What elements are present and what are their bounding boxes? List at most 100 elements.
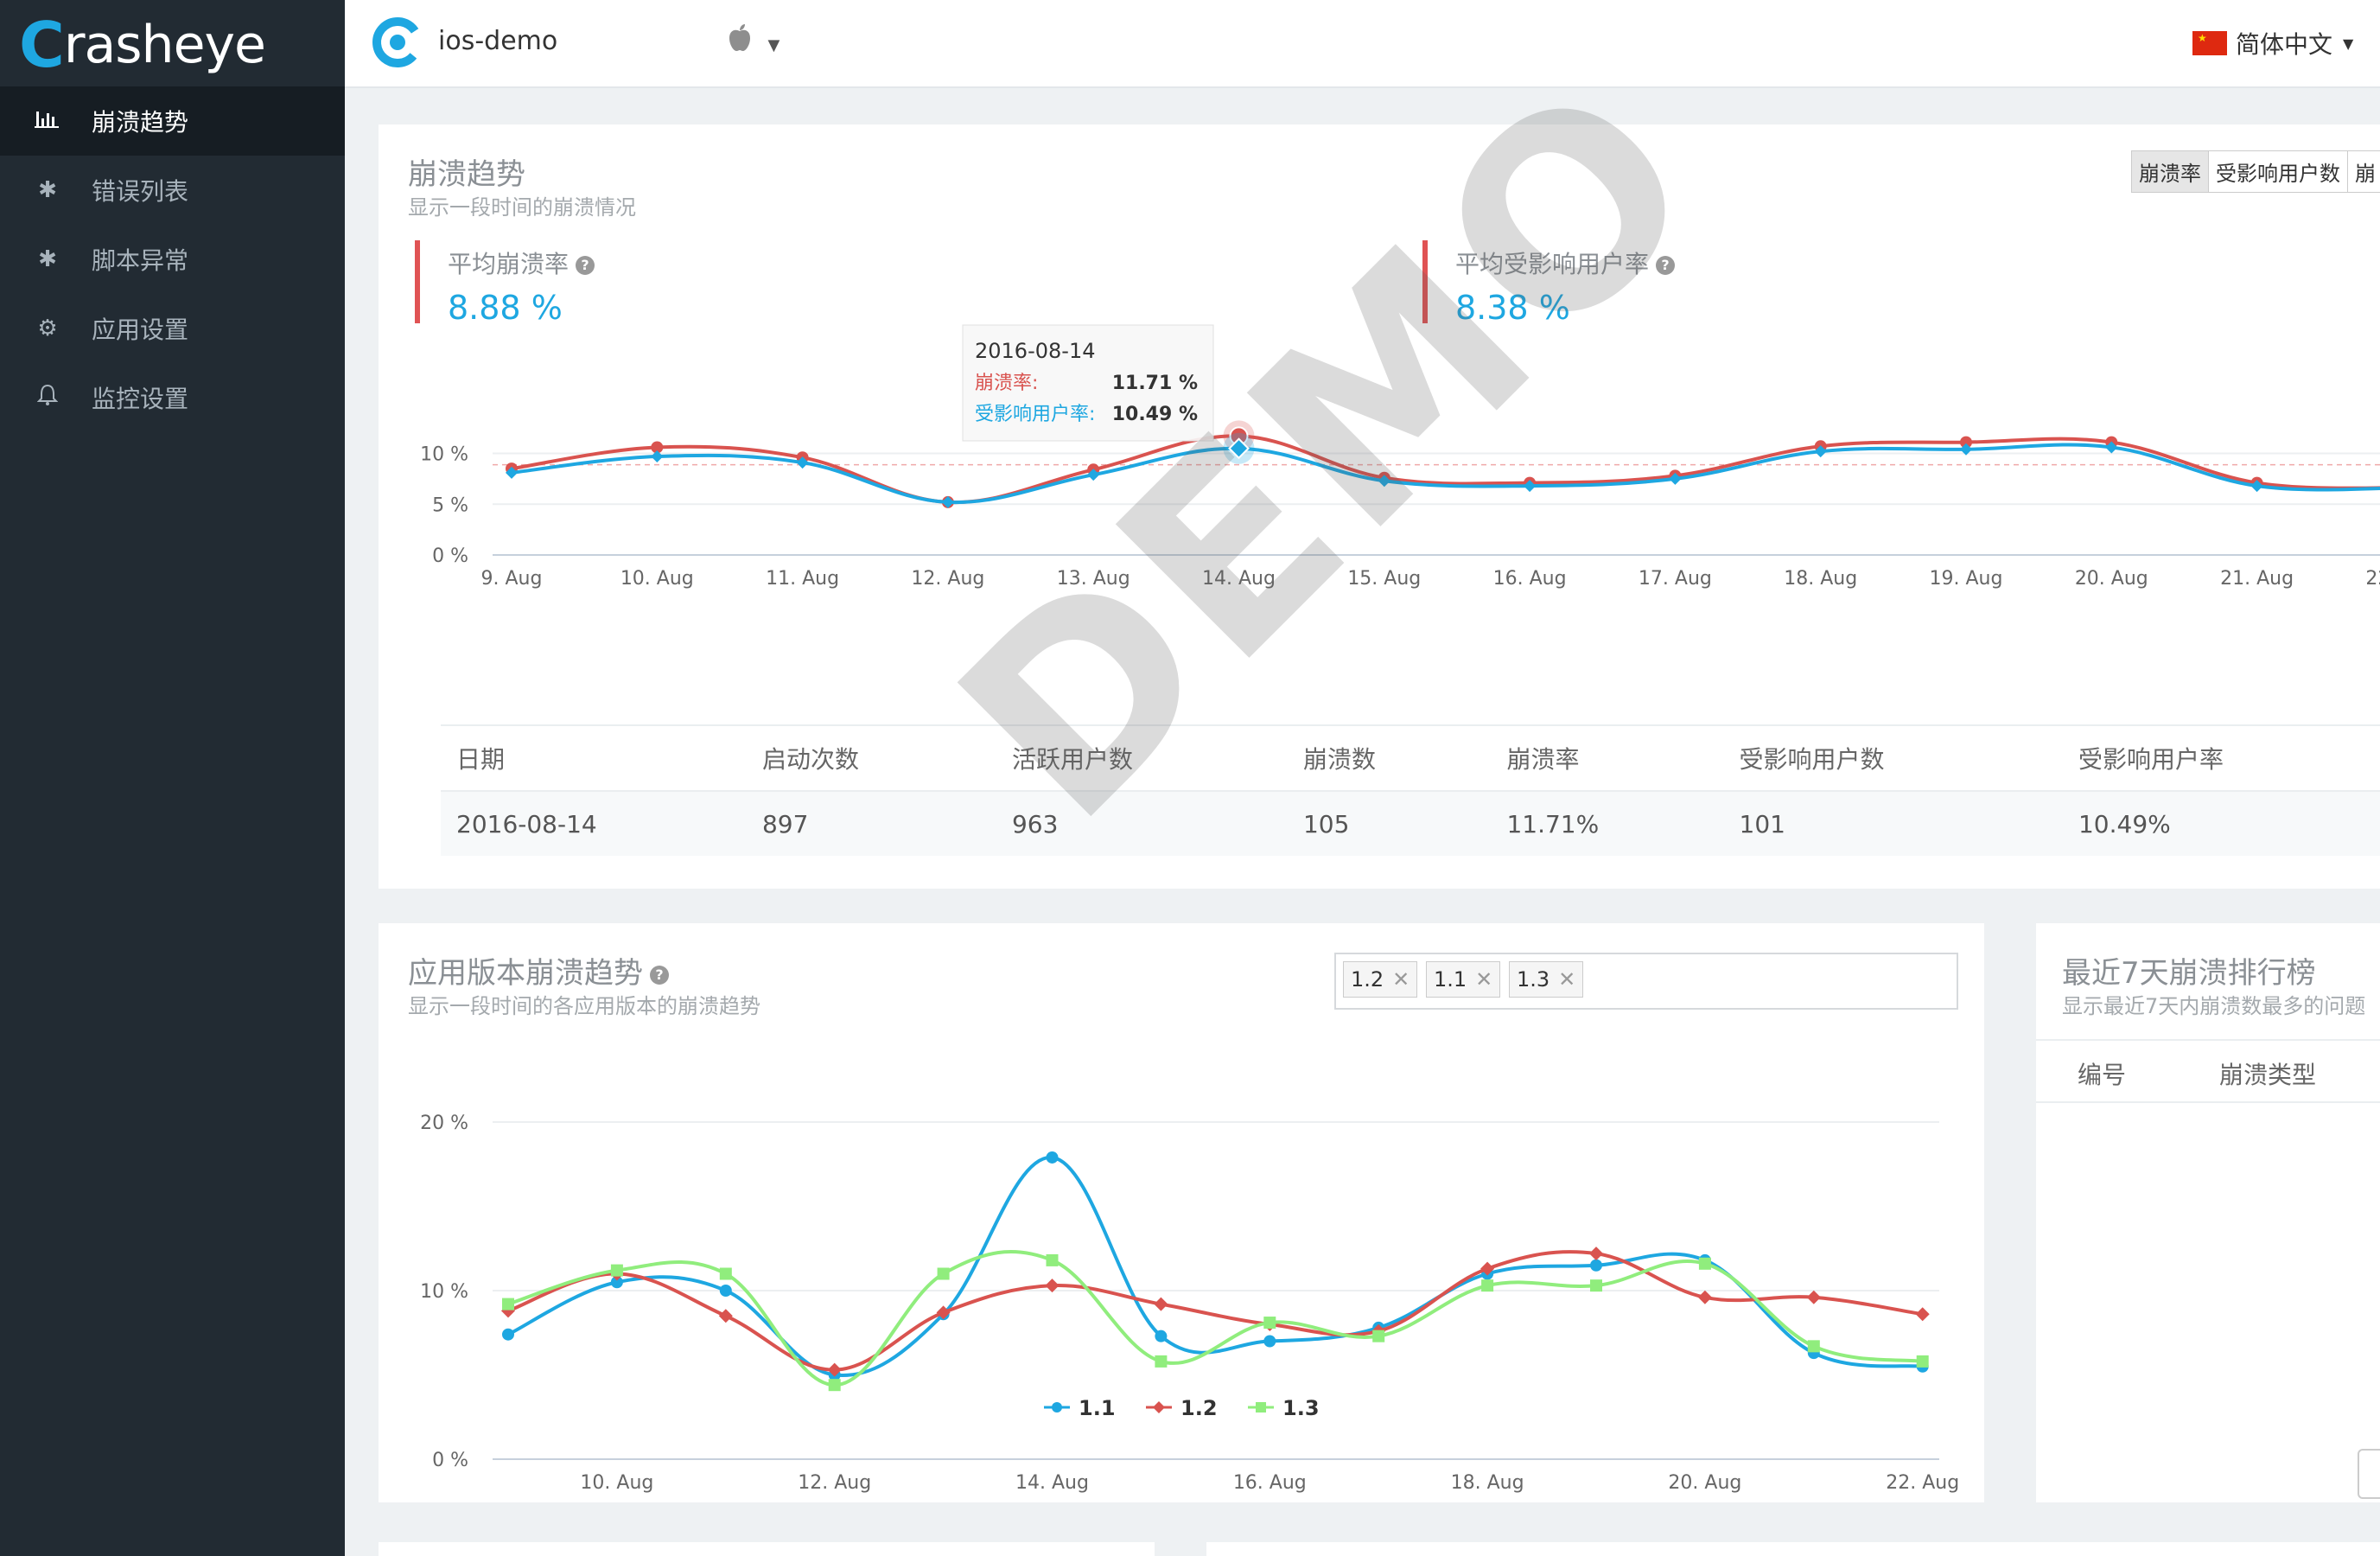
sidebar-item-label: 脚本异常: [92, 246, 189, 275]
crash-trend-chart[interactable]: 0 % 5 % 10 % 9. Aug 10. Aug 11. Aug 12. Aug 13.…: [379, 323, 2380, 756]
tab-crash-count[interactable]: 崩: [2348, 151, 2380, 192]
data-point: [828, 1379, 841, 1392]
scroll-left-button[interactable]: [2358, 1449, 2380, 1499]
version-tag[interactable]: 1.2 ✕: [1343, 961, 1418, 998]
bottom-card: [379, 1542, 1155, 1556]
data-point: [1155, 1330, 1168, 1342]
x-tick-label: 14. Aug: [1015, 1472, 1089, 1494]
data-point: [1263, 1335, 1276, 1348]
data-point: [1052, 1402, 1062, 1413]
stat-value: 8.88 %: [448, 289, 563, 327]
x-tick-label: 22. Aug: [1886, 1472, 1959, 1494]
x-tick-label: 11. Aug: [766, 568, 839, 590]
app-name[interactable]: ios-demo: [438, 26, 557, 56]
sidebar: Crasheye 崩溃趋势 ✱ 错误列表 ✱ 脚本异常 ⚙ 应用设置 监控设置: [0, 0, 345, 1556]
tab-crash-rate[interactable]: 崩溃率: [2132, 151, 2209, 192]
gear-icon: ⚙: [37, 316, 58, 341]
data-point: [610, 1264, 623, 1277]
x-tick-label: 20. Aug: [2075, 568, 2148, 590]
data-point: [1263, 1317, 1276, 1330]
data-point: [1915, 1307, 1930, 1322]
y-tick-label: 5 %: [432, 494, 468, 516]
close-icon[interactable]: ✕: [1392, 967, 1410, 992]
data-point: [1153, 1401, 1165, 1413]
y-tick-label: 0 %: [432, 545, 468, 567]
card-subtitle: 显示一段时间的各应用版本的崩溃趋势: [408, 994, 760, 1018]
table-cell: 963: [996, 791, 1288, 856]
x-tick-label: 19. Aug: [1930, 568, 2003, 590]
data-point: [1590, 1279, 1602, 1292]
version-tag-label: 1.3: [1517, 967, 1550, 992]
card-title: 最近7天崩溃排行榜: [2062, 956, 2316, 991]
legend-label: 1.3: [1282, 1396, 1320, 1420]
column-header: 日期: [441, 724, 747, 792]
stat-value: 8.38 %: [1455, 289, 1570, 327]
sidebar-item-script-exception[interactable]: ✱ 脚本异常: [0, 225, 345, 294]
bug-icon: ✱: [38, 246, 57, 272]
y-tick-label: 10 %: [420, 444, 468, 466]
data-point: [1916, 1355, 1929, 1368]
sidebar-item-label: 应用设置: [92, 316, 189, 344]
x-tick-label: 12. Aug: [798, 1472, 871, 1494]
close-icon[interactable]: ✕: [1475, 967, 1492, 992]
legend-label: 1.2: [1180, 1396, 1218, 1420]
x-tick-label: 16. Aug: [1233, 1472, 1307, 1494]
bug-icon: ✱: [38, 177, 57, 203]
data-point: [651, 450, 664, 463]
y-tick-label: 10 %: [420, 1281, 468, 1303]
table-cell: 101: [1723, 791, 2063, 856]
sidebar-item-monitor-settings[interactable]: 监控设置: [0, 363, 345, 432]
sidebar-item-label: 错误列表: [92, 177, 189, 206]
data-point: [1698, 1257, 1711, 1270]
y-tick-label: 20 %: [420, 1113, 468, 1134]
x-tick-label: 13. Aug: [1057, 568, 1130, 590]
x-tick-label: 14. Aug: [1202, 568, 1276, 590]
chevron-down-icon: ▼: [767, 35, 780, 54]
tab-affected-users[interactable]: 受影响用户数: [2209, 151, 2348, 192]
x-tick-label: 12. Aug: [911, 568, 984, 590]
close-icon[interactable]: ✕: [1558, 967, 1575, 992]
crasheye-logo[interactable]: Crasheye: [19, 9, 266, 81]
table-header-row: 日期 启动次数 活跃用户数 崩溃数 崩溃率 受影响用户数 受影响用户率: [441, 724, 2380, 792]
table-cell: 10.49%: [2062, 791, 2380, 856]
help-icon[interactable]: ?: [576, 256, 595, 275]
sidebar-item-crash-trend[interactable]: 崩溃趋势: [0, 86, 345, 156]
help-icon[interactable]: ?: [650, 965, 669, 985]
data-point: [1372, 1330, 1385, 1342]
help-icon[interactable]: ?: [1656, 256, 1676, 275]
language-dropdown[interactable]: ★ 简体中文 ▼: [2192, 26, 2353, 61]
sidebar-item-app-settings[interactable]: ⚙ 应用设置: [0, 294, 345, 363]
data-point: [937, 1267, 950, 1280]
column-header: 崩溃数: [1287, 724, 1492, 792]
data-point: [1046, 1253, 1059, 1266]
stat-label: 平均受影响用户率: [1455, 250, 1650, 278]
data-point: [1589, 1247, 1603, 1261]
version-tag-label: 1.2: [1351, 967, 1384, 992]
version-trend-chart[interactable]: 0 % 10 % 20 % 10. Aug 12. Aug 14. Aug 16. Aug 1…: [379, 1018, 1984, 1502]
card-subtitle: 显示一段时间的崩溃情况: [408, 195, 636, 220]
table-cell: 2016-08-14: [441, 791, 747, 856]
data-point: [1155, 1355, 1168, 1368]
daily-data-table: 日期 启动次数 活跃用户数 崩溃数 崩溃率 受影响用户数 受影响用户率 2016-08-14…: [441, 724, 2380, 856]
chevron-down-icon: ▼: [2343, 35, 2354, 52]
tooltip-label: 受影响用户率:: [975, 404, 1095, 425]
metric-tabs: 崩溃率 受影响用户数 崩: [2131, 150, 2380, 193]
x-tick-label: 10. Aug: [580, 1472, 653, 1494]
column-header: 受影响用户率: [2062, 724, 2380, 792]
data-point: [719, 1267, 732, 1280]
version-filter-input[interactable]: 1.2 ✕ 1.1 ✕ 1.3 ✕: [1334, 953, 1958, 1010]
table-row: 2016-08-14 897 963 105 11.71% 101 10.49%: [441, 791, 2380, 856]
platform-dropdown[interactable]: ▼: [727, 22, 780, 61]
stat-label: 平均崩溃率: [448, 250, 570, 278]
x-tick-label: 22. Aug: [2365, 568, 2380, 590]
x-tick-label: 10. Aug: [620, 568, 694, 590]
legend-label: 1.1: [1079, 1396, 1116, 1420]
bar-chart-icon: [35, 108, 60, 135]
card-subtitle: 显示最近7天内崩溃数最多的问题: [2062, 994, 2366, 1018]
version-tag[interactable]: 1.1 ✕: [1426, 961, 1501, 998]
column-header: 活跃用户数: [996, 724, 1288, 792]
sidebar-item-error-list[interactable]: ✱ 错误列表: [0, 156, 345, 225]
column-header: 崩溃率: [1491, 724, 1724, 792]
y-tick-label: 0 %: [432, 1450, 468, 1471]
version-tag[interactable]: 1.3 ✕: [1509, 961, 1584, 998]
